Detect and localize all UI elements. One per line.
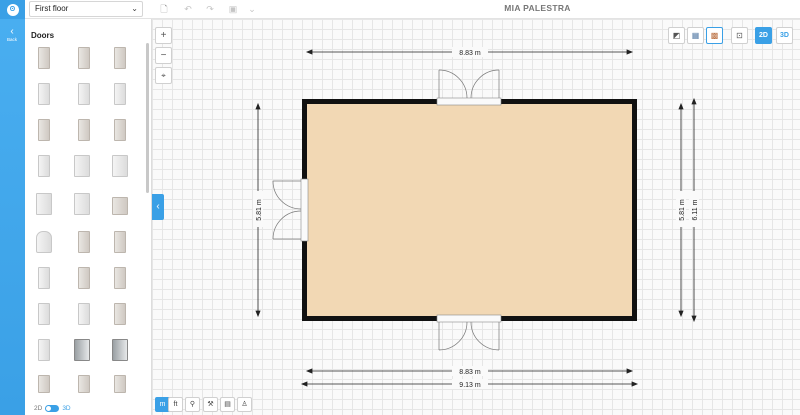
door-item[interactable] bbox=[114, 303, 126, 325]
door-item[interactable] bbox=[114, 119, 126, 141]
door-item[interactable] bbox=[112, 155, 128, 177]
chevron-left-icon: ‹ bbox=[10, 26, 14, 37]
floorplan-canvas[interactable]: 8.83 m 8.83 m 9.13 m 5.81 m 5.81 m 6.11 … bbox=[152, 19, 800, 415]
search-icon: ⚲ bbox=[189, 401, 196, 408]
door-item[interactable] bbox=[114, 231, 126, 253]
room-floor[interactable] bbox=[307, 104, 632, 316]
door-item[interactable] bbox=[78, 83, 90, 105]
door-item[interactable] bbox=[38, 303, 50, 325]
hammer-icon: ⚒ bbox=[207, 401, 214, 408]
project-title: MIA PALESTRA bbox=[504, 3, 571, 13]
zoom-in-button[interactable]: + bbox=[155, 27, 172, 44]
camera-icon: ⊡ bbox=[736, 31, 743, 40]
door-item[interactable] bbox=[78, 267, 90, 289]
chevron-left-icon: ‹ bbox=[156, 201, 160, 212]
door-item[interactable] bbox=[114, 47, 126, 69]
door-item[interactable] bbox=[78, 231, 90, 253]
view-outline-button[interactable]: ◩ bbox=[668, 27, 685, 44]
door-item[interactable] bbox=[36, 193, 52, 215]
camera-view-button[interactable]: ⊡ bbox=[731, 27, 748, 44]
door-item[interactable] bbox=[114, 375, 126, 393]
door-bottom[interactable] bbox=[436, 314, 502, 351]
door-item[interactable] bbox=[78, 303, 90, 325]
door-left[interactable] bbox=[272, 178, 309, 242]
units-feet-button[interactable]: ft bbox=[168, 397, 183, 412]
center-view-button[interactable]: ⌖ bbox=[155, 67, 172, 84]
textured-view-icon: ▩ bbox=[710, 31, 719, 40]
door-item[interactable] bbox=[74, 155, 90, 177]
zoom-out-button[interactable]: − bbox=[155, 47, 172, 64]
toggle-3d-label: 3D bbox=[62, 405, 71, 412]
door-top[interactable] bbox=[436, 69, 502, 106]
catalog-scrollbar[interactable] bbox=[146, 43, 149, 193]
top-bar: ʘ First floor ⌄ 🗋 ↶ ↷ ▣ ⌄ MIA PALESTRA bbox=[0, 0, 800, 19]
floorplan-drawing: 8.83 m 8.83 m 9.13 m 5.81 m 5.81 m 6.11 … bbox=[253, 47, 699, 389]
toggle-2d-label: 2D bbox=[34, 405, 43, 412]
mode-2d-button[interactable]: 2D bbox=[755, 27, 772, 44]
door-item[interactable] bbox=[112, 339, 128, 361]
catalog-panel: Doors 2D 3D bbox=[25, 19, 152, 415]
back-button[interactable]: ‹ Back bbox=[2, 26, 22, 43]
view-toggle-switch[interactable] bbox=[45, 405, 60, 412]
dim-right-inner: 5.81 m bbox=[679, 199, 686, 221]
dim-bottom-inner: 8.83 m bbox=[459, 369, 481, 376]
collapse-panel-button[interactable]: ‹ bbox=[152, 194, 164, 220]
view-textured-button[interactable]: ▩ bbox=[706, 27, 723, 44]
crosshair-icon: ⌖ bbox=[161, 71, 166, 80]
outline-view-icon: ◩ bbox=[672, 31, 681, 40]
door-item[interactable] bbox=[38, 83, 50, 105]
door-item[interactable] bbox=[36, 231, 52, 253]
door-item[interactable] bbox=[112, 197, 128, 215]
view-blueprint-button[interactable]: ▦ bbox=[687, 27, 704, 44]
view-toggle[interactable]: 2D 3D bbox=[34, 405, 71, 412]
dim-top: 8.83 m bbox=[459, 50, 481, 57]
door-item[interactable] bbox=[38, 267, 50, 289]
door-item[interactable] bbox=[38, 375, 50, 393]
search-tool-button[interactable]: ⚲ bbox=[185, 397, 200, 412]
back-label: Back bbox=[6, 37, 17, 42]
dim-bottom-outer: 9.13 m bbox=[459, 382, 481, 389]
door-item[interactable] bbox=[74, 193, 90, 215]
mode-3d-button[interactable]: 3D bbox=[776, 27, 793, 44]
door-item[interactable] bbox=[38, 339, 50, 361]
door-item[interactable] bbox=[114, 267, 126, 289]
door-item[interactable] bbox=[38, 47, 50, 69]
back-strip: ‹ Back bbox=[0, 19, 25, 415]
blueprint-view-icon: ▦ bbox=[691, 31, 700, 40]
door-item[interactable] bbox=[78, 375, 90, 393]
dim-right-outer: 6.11 m bbox=[692, 199, 699, 220]
door-item[interactable] bbox=[78, 47, 90, 69]
dim-left: 5.81 m bbox=[256, 199, 263, 221]
catalog-title: Doors bbox=[31, 31, 55, 40]
comment-tool-button[interactable]: ▤ bbox=[220, 397, 235, 412]
door-item[interactable] bbox=[74, 339, 90, 361]
door-item[interactable] bbox=[38, 155, 50, 177]
measure-tool-button[interactable]: ⚒ bbox=[203, 397, 218, 412]
door-item[interactable] bbox=[78, 119, 90, 141]
chair-icon: ♙ bbox=[241, 401, 248, 408]
door-item[interactable] bbox=[38, 119, 50, 141]
comment-icon: ▤ bbox=[224, 401, 231, 408]
furniture-tool-button[interactable]: ♙ bbox=[237, 397, 252, 412]
door-item[interactable] bbox=[114, 83, 126, 105]
